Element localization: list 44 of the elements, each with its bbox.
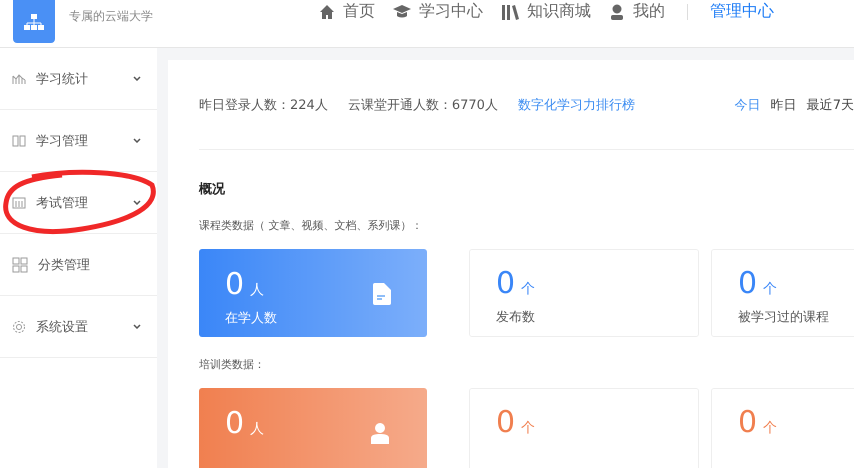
books-icon — [501, 4, 519, 20]
sidebar-item[interactable]: 系统设置 — [0, 296, 157, 358]
card-value: 0 — [496, 407, 516, 439]
nav-link[interactable]: 知识商城 — [501, 1, 591, 22]
graduation-cap-icon — [393, 4, 411, 20]
nav-link[interactable]: 我的 — [609, 1, 665, 22]
card-label: 被学习过的课程 — [738, 309, 830, 326]
nav-link[interactable]: 首页 — [319, 1, 375, 22]
site-subtitle: 专属的云端大学 — [69, 8, 153, 25]
card-value: 0 — [225, 269, 244, 301]
user-icon — [609, 4, 625, 20]
chart-icon — [12, 72, 26, 84]
home-icon — [319, 4, 335, 20]
card-unit: 个 — [763, 280, 778, 298]
card-value: 0 — [738, 268, 758, 300]
card-unit: 人 — [250, 281, 264, 299]
period-tab[interactable]: 最近7天 — [806, 96, 854, 114]
stat-text: 云课堂开通人数：6770人 — [348, 96, 498, 114]
section-label: 培训类数据： — [199, 357, 266, 372]
sidebar-item[interactable]: 学习统计 — [0, 48, 157, 110]
document-icon — [373, 283, 391, 305]
card-label: 在学人数 — [225, 310, 278, 327]
card-unit: 个 — [763, 419, 778, 437]
section-title: 概况 — [199, 181, 226, 198]
settings-icon — [12, 320, 26, 334]
sidebar-item[interactable]: 分类管理 — [0, 234, 157, 296]
document-icon — [12, 196, 26, 208]
nav-link[interactable]: 管理中心 — [710, 1, 774, 22]
sidebar-item[interactable]: 学习管理 — [0, 110, 157, 172]
period-tab[interactable]: 昨日 — [770, 96, 797, 114]
book-icon — [12, 134, 26, 146]
sidebar-item[interactable]: 考试管理 — [0, 172, 157, 234]
nav-link[interactable]: 学习中心 — [393, 1, 483, 22]
section-label: 课程类数据（ 文章、视频、文档、系列课）： — [199, 218, 424, 233]
card-label: 发布数 — [496, 309, 536, 326]
card-unit: 个 — [521, 419, 536, 437]
stat-text: 昨日登录人数：224人 — [199, 96, 328, 114]
card-unit: 人 — [250, 420, 264, 438]
card-value: 0 — [225, 408, 244, 440]
person-at-desk-icon — [369, 422, 391, 444]
card-value: 0 — [496, 268, 516, 300]
card-unit: 个 — [521, 280, 536, 298]
grid-icon — [12, 256, 28, 272]
card-value: 0 — [738, 407, 758, 439]
